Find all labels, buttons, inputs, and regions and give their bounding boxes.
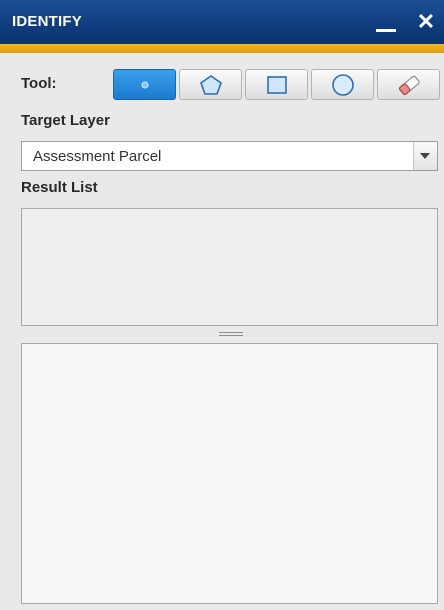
accent-bar bbox=[0, 44, 444, 53]
target-layer-select[interactable]: Assessment Parcel bbox=[21, 141, 438, 171]
chevron-down-icon bbox=[420, 153, 430, 159]
target-layer-label: Target Layer bbox=[21, 112, 110, 129]
dropdown-button[interactable] bbox=[413, 142, 437, 170]
title-bar: IDENTIFY ✕ bbox=[0, 0, 444, 44]
splitter-handle[interactable] bbox=[219, 331, 243, 337]
polygon-icon bbox=[199, 74, 222, 95]
minimize-icon bbox=[376, 29, 396, 32]
minimize-button[interactable] bbox=[374, 12, 398, 34]
rectangle-icon bbox=[266, 75, 287, 94]
result-list-label: Result List bbox=[21, 179, 98, 196]
tool-label: Tool: bbox=[21, 75, 57, 92]
result-list[interactable] bbox=[21, 208, 438, 326]
target-layer-value: Assessment Parcel bbox=[33, 148, 162, 165]
point-icon bbox=[141, 81, 148, 88]
circle-icon bbox=[331, 73, 354, 96]
point-tool-button[interactable] bbox=[113, 69, 176, 100]
window-title: IDENTIFY bbox=[12, 13, 82, 30]
result-details-pane[interactable] bbox=[21, 343, 438, 604]
polygon-tool-button[interactable] bbox=[179, 69, 242, 100]
close-button[interactable]: ✕ bbox=[414, 9, 438, 35]
circle-tool-button[interactable] bbox=[311, 69, 374, 100]
eraser-tool-button[interactable] bbox=[377, 69, 440, 100]
eraser-icon bbox=[398, 75, 420, 95]
close-icon: ✕ bbox=[416, 9, 436, 34]
rectangle-tool-button[interactable] bbox=[245, 69, 308, 100]
